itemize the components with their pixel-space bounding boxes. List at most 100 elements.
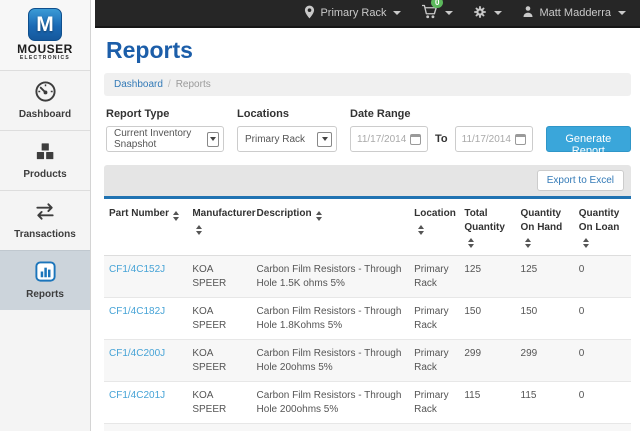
dashboard-gauge-icon: [2, 80, 88, 104]
settings-menu[interactable]: [473, 5, 502, 22]
location-cell: Primary Rack: [409, 298, 459, 340]
location-cell: Primary Rack: [409, 424, 459, 431]
user-menu[interactable]: Matt Madderra: [522, 5, 626, 21]
breadcrumb-current: Reports: [176, 79, 211, 90]
logo-subname: ELECTRONICS: [0, 55, 90, 61]
sidebar-item-dashboard[interactable]: Dashboard: [0, 70, 90, 130]
part-number-cell: CF1/4C182J: [104, 298, 187, 340]
locations-select[interactable]: Primary Rack: [237, 126, 337, 152]
chevron-down-icon: [393, 11, 401, 15]
user-icon: [522, 5, 534, 21]
col-total-quantity[interactable]: Total Quantity: [459, 199, 515, 256]
chevron-down-icon: [445, 11, 453, 15]
sort-icon: [468, 238, 474, 248]
location-cell: Primary Rack: [409, 382, 459, 424]
select-caret-icon: [317, 132, 332, 147]
sort-icon: [525, 238, 531, 248]
date-from-input[interactable]: [357, 134, 409, 145]
cart-icon: [421, 10, 438, 22]
breadcrumb: Dashboard / Reports: [104, 73, 631, 96]
manufacturer-cell: KOA SPEER: [187, 256, 251, 298]
part-number-link[interactable]: CF1/4C152J: [109, 264, 165, 275]
bar-chart-icon: [2, 260, 88, 284]
cart-count-badge: 0: [431, 0, 443, 8]
mouser-logo[interactable]: M MOUSER ELECTRONICS: [0, 0, 90, 70]
total-quantity-cell: 125: [459, 256, 515, 298]
date-range-label: Date Range: [350, 108, 533, 120]
location-label: Primary Rack: [320, 7, 386, 19]
locations-group: Locations Primary Rack: [237, 108, 337, 152]
breadcrumb-separator: /: [168, 79, 171, 90]
quantity-on-hand-cell: 150: [516, 298, 574, 340]
gear-icon: [473, 5, 487, 22]
col-part-number[interactable]: Part Number: [104, 199, 187, 256]
manufacturer-cell: KOA SPEER: [187, 340, 251, 382]
quantity-on-hand-cell: 299: [516, 340, 574, 382]
col-location[interactable]: Location: [409, 199, 459, 256]
sidebar-item-reports[interactable]: Reports: [0, 250, 90, 310]
sidebar-item-products[interactable]: Products: [0, 130, 90, 190]
total-quantity-cell: 300: [459, 424, 515, 431]
generate-report-button[interactable]: Generate Report: [546, 126, 631, 152]
report-type-group: Report Type Current Inventory Snapshot: [106, 108, 224, 152]
part-number-link[interactable]: CF1/4C201J: [109, 390, 165, 401]
location-cell: Primary Rack: [409, 256, 459, 298]
sidebar-item-label: Products: [23, 169, 66, 180]
manufacturer-cell: KOA SPEER: [187, 298, 251, 340]
description-cell: Carbon Film Resistors - Through Hole 1.5…: [252, 256, 410, 298]
table-row: CF1/4C200J KOA SPEER Carbon Film Resisto…: [104, 340, 631, 382]
part-number-link[interactable]: CF1/4C182J: [109, 306, 165, 317]
quantity-on-hand-cell: 300: [516, 424, 574, 431]
quantity-on-loan-cell: 0: [574, 424, 631, 431]
locations-label: Locations: [237, 108, 337, 120]
total-quantity-cell: 150: [459, 298, 515, 340]
calendar-icon[interactable]: [410, 134, 421, 145]
date-from-field: [350, 126, 428, 152]
location-cell: Primary Rack: [409, 340, 459, 382]
quantity-on-loan-cell: 0: [574, 382, 631, 424]
part-number-link[interactable]: CF1/4C200J: [109, 348, 165, 359]
report-form: Report Type Current Inventory Snapshot L…: [106, 108, 631, 152]
calendar-icon[interactable]: [515, 134, 526, 145]
part-number-cell: CF1/4C201J: [104, 382, 187, 424]
breadcrumb-dashboard-link[interactable]: Dashboard: [114, 79, 163, 90]
mouser-logo-icon: M: [28, 8, 62, 41]
page-title: Reports: [106, 37, 631, 64]
quantity-on-loan-cell: 0: [574, 298, 631, 340]
exchange-arrows-icon: [2, 200, 88, 224]
export-to-excel-button[interactable]: Export to Excel: [537, 170, 624, 191]
report-table-panel: Export to Excel Part Number Manufacturer…: [104, 165, 631, 431]
quantity-on-hand-cell: 125: [516, 256, 574, 298]
quantity-on-loan-cell: 0: [574, 340, 631, 382]
cubes-icon: [2, 140, 88, 164]
select-caret-icon: [207, 132, 219, 147]
date-to-field: [455, 126, 533, 152]
location-pin-icon: [304, 5, 315, 22]
sort-icon: [196, 225, 202, 235]
col-description[interactable]: Description: [252, 199, 410, 256]
part-number-cell: CF1/4C152J: [104, 256, 187, 298]
sidebar-item-transactions[interactable]: Transactions: [0, 190, 90, 250]
user-name: Matt Madderra: [539, 7, 611, 19]
report-type-label: Report Type: [106, 108, 224, 120]
report-type-value: Current Inventory Snapshot: [114, 128, 207, 150]
manufacturer-cell: KOA SPEER: [187, 424, 251, 431]
col-quantity-on-loan[interactable]: Quantity On Loan: [574, 199, 631, 256]
sidebar-item-label: Reports: [26, 289, 64, 300]
report-type-select[interactable]: Current Inventory Snapshot: [106, 126, 224, 152]
part-number-cell: CF1/4C200J: [104, 340, 187, 382]
sidebar-item-label: Dashboard: [19, 109, 71, 120]
date-to-input[interactable]: [462, 134, 514, 145]
location-selector[interactable]: Primary Rack: [304, 5, 401, 22]
col-manufacturer[interactable]: Manufacturer: [187, 199, 251, 256]
chevron-down-icon: [618, 11, 626, 15]
sort-icon: [418, 225, 424, 235]
cart-menu[interactable]: 0: [421, 4, 453, 22]
table-header-row: Part Number Manufacturer Description Loc…: [104, 199, 631, 256]
description-cell: Carbon Film Resistors - Through Hole 20o…: [252, 340, 410, 382]
total-quantity-cell: 115: [459, 382, 515, 424]
inventory-table: Part Number Manufacturer Description Loc…: [104, 199, 631, 431]
table-row: CF1/4C2R2J KOA SPEER Carbon Film Resisto…: [104, 424, 631, 431]
main-content: Reports Dashboard / Reports Report Type Cu…: [95, 37, 640, 431]
col-quantity-on-hand[interactable]: Quantity On Hand: [516, 199, 574, 256]
